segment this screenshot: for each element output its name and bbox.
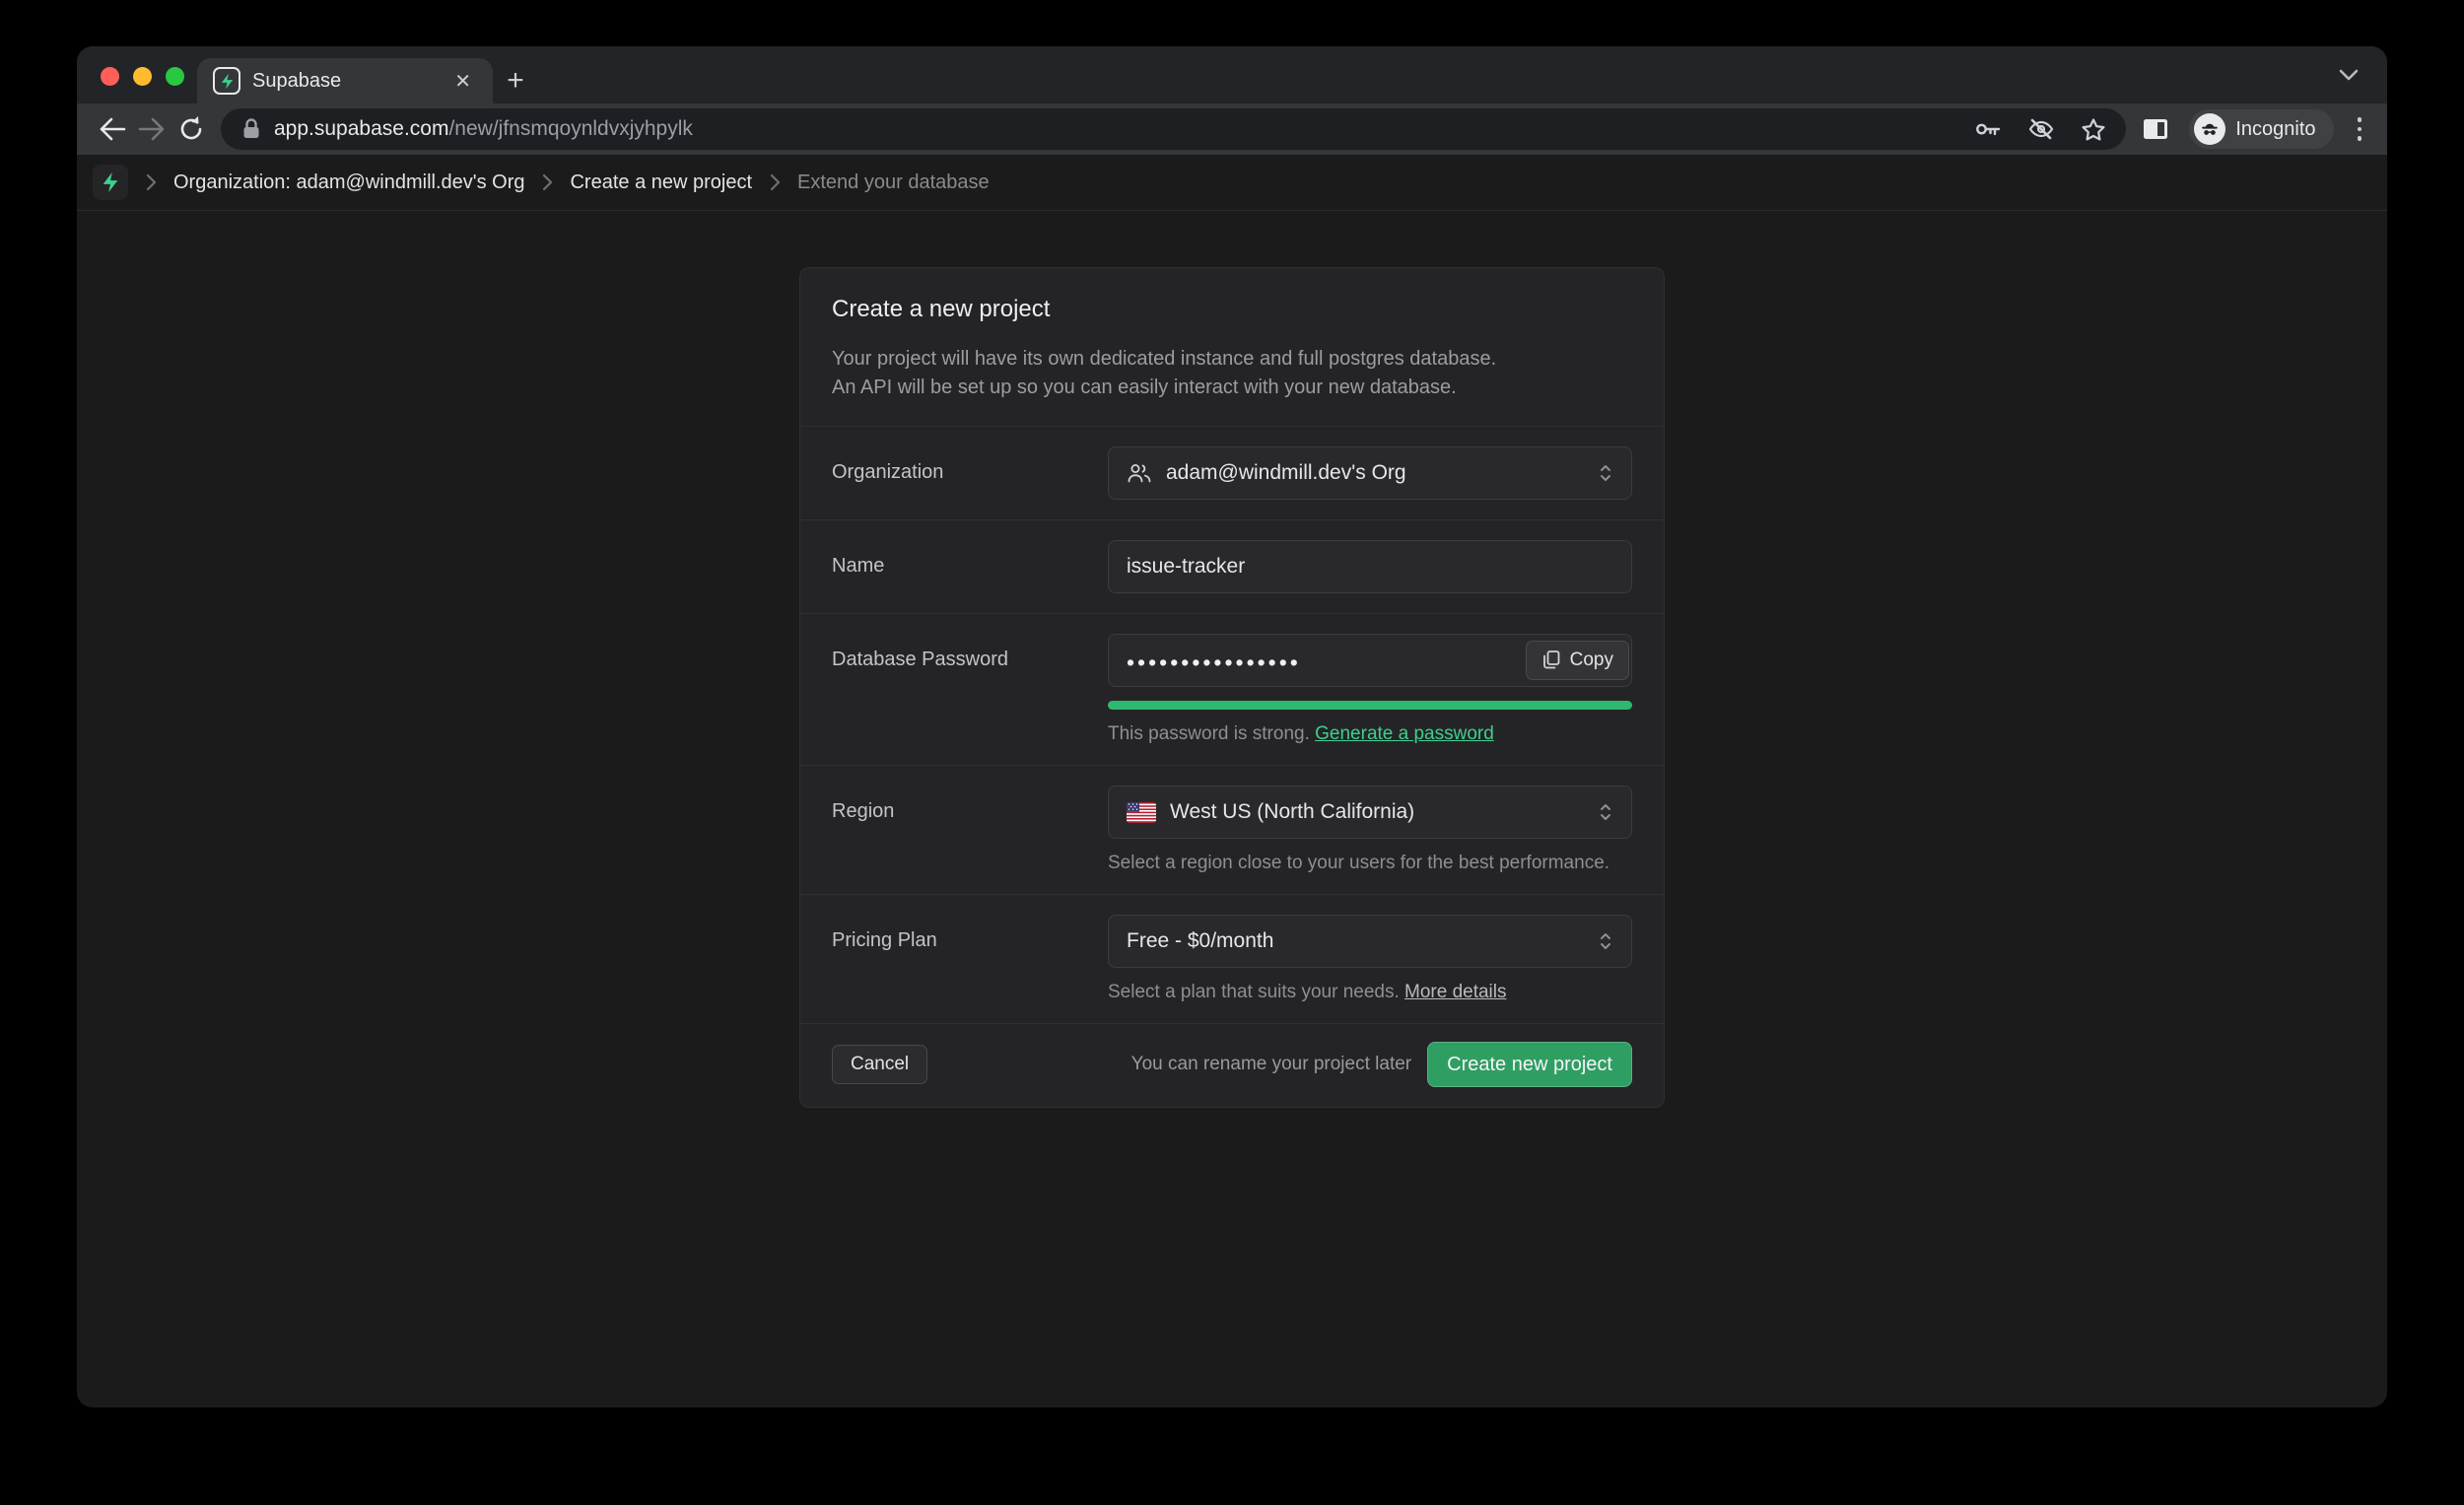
organization-row: Organization adam@windmill.dev's Org xyxy=(800,427,1664,519)
tab-close-icon[interactable]: ✕ xyxy=(448,67,477,96)
url-host: app.supabase.com xyxy=(274,117,448,140)
chevron-right-icon xyxy=(540,173,554,191)
browser-toolbar: app.supabase.com/new/jfnsmqoynldvxjyhpyl… xyxy=(77,103,2387,155)
password-input[interactable]: •••••••••••••••• Copy xyxy=(1108,634,1632,687)
copy-password-button[interactable]: Copy xyxy=(1526,641,1629,680)
select-chevrons-icon xyxy=(1598,798,1613,826)
copy-icon xyxy=(1541,650,1561,671)
name-label: Name xyxy=(832,540,1108,593)
create-new-project-button[interactable]: Create new project xyxy=(1427,1042,1632,1087)
breadcrumb-extend-database: Extend your database xyxy=(797,171,990,194)
breadcrumb-organization[interactable]: Organization: adam@windmill.dev's Org xyxy=(173,171,524,194)
reload-button[interactable] xyxy=(171,109,211,149)
incognito-icon xyxy=(2194,113,2225,145)
pricing-select[interactable]: Free - $0/month xyxy=(1108,915,1632,968)
password-label: Database Password xyxy=(832,634,1108,745)
organization-label: Organization xyxy=(832,446,1108,500)
new-tab-button[interactable]: + xyxy=(493,58,538,103)
browser-tab-supabase[interactable]: Supabase ✕ xyxy=(197,58,493,103)
rename-note: You can rename your project later xyxy=(1131,1054,1411,1075)
browser-menu-icon[interactable] xyxy=(2348,111,2372,147)
url-path: /new/jfnsmqoynldvxjyhpylk xyxy=(448,117,692,140)
chevron-right-icon xyxy=(768,173,782,191)
chevron-right-icon xyxy=(144,173,158,191)
password-row: Database Password •••••••••••••••• Copy xyxy=(800,614,1664,765)
password-strength-text: This password is strong. xyxy=(1108,723,1310,744)
copy-label: Copy xyxy=(1570,650,1613,671)
users-icon xyxy=(1127,461,1152,485)
region-select[interactable]: West US (North California) xyxy=(1108,786,1632,839)
side-panel-icon[interactable] xyxy=(2136,109,2175,149)
browser-window: Supabase ✕ + app xyxy=(77,46,2387,1407)
region-label: Region xyxy=(832,786,1108,874)
tab-search-chevron-icon[interactable] xyxy=(2338,68,2360,82)
password-key-icon[interactable] xyxy=(1974,118,2002,140)
us-flag-icon xyxy=(1127,802,1156,823)
window-controls xyxy=(101,67,184,86)
organization-value: adam@windmill.dev's Org xyxy=(1166,461,1406,485)
region-row: Region West US (North California) xyxy=(800,766,1664,894)
forward-button[interactable] xyxy=(132,109,171,149)
description-line-2: An API will be set up so you can easily … xyxy=(832,374,1632,402)
tab-title: Supabase xyxy=(252,70,448,93)
tab-strip: Supabase ✕ + xyxy=(77,46,2387,103)
page-content: Create a new project Your project will h… xyxy=(77,211,2387,1407)
breadcrumb-create-project[interactable]: Create a new project xyxy=(570,171,752,194)
card-footer: Cancel You can rename your project later… xyxy=(800,1024,1664,1107)
create-project-card: Create a new project Your project will h… xyxy=(799,267,1665,1108)
region-value: West US (North California) xyxy=(1170,800,1414,824)
padlock-icon xyxy=(240,117,262,141)
password-masked-value: •••••••••••••••• xyxy=(1127,648,1526,674)
region-help-text: Select a region close to your users for … xyxy=(1108,853,1632,874)
supabase-logo-icon[interactable] xyxy=(93,165,128,200)
incognito-label: Incognito xyxy=(2235,118,2315,141)
breadcrumb: Organization: adam@windmill.dev's Org Cr… xyxy=(77,155,2387,211)
cancel-button[interactable]: Cancel xyxy=(832,1045,927,1084)
incognito-badge: Incognito xyxy=(2189,109,2333,149)
password-strength-bar xyxy=(1108,701,1632,710)
description-line-1: Your project will have its own dedicated… xyxy=(832,345,1632,374)
maximize-window-button[interactable] xyxy=(166,67,184,86)
pricing-label: Pricing Plan xyxy=(832,915,1108,1003)
supabase-favicon-icon xyxy=(213,67,240,95)
organization-select[interactable]: adam@windmill.dev's Org xyxy=(1108,446,1632,500)
eye-slash-icon[interactable] xyxy=(2027,117,2055,141)
bookmark-star-icon[interactable] xyxy=(2081,117,2106,142)
url-bar[interactable]: app.supabase.com/new/jfnsmqoynldvxjyhpyl… xyxy=(221,108,2126,150)
back-button[interactable] xyxy=(93,109,132,149)
name-input[interactable]: issue-tracker xyxy=(1108,540,1632,593)
name-value: issue-tracker xyxy=(1127,555,1245,579)
pricing-row: Pricing Plan Free - $0/month Select a pl… xyxy=(800,895,1664,1023)
pricing-help-text: Select a plan that suits your needs. xyxy=(1108,982,1400,1002)
url-text: app.supabase.com/new/jfnsmqoynldvxjyhpyl… xyxy=(274,117,693,141)
more-details-link[interactable]: More details xyxy=(1404,982,1507,1002)
generate-password-link[interactable]: Generate a password xyxy=(1315,723,1494,744)
select-chevrons-icon xyxy=(1598,459,1613,487)
name-row: Name issue-tracker xyxy=(800,520,1664,613)
close-window-button[interactable] xyxy=(101,67,119,86)
select-chevrons-icon xyxy=(1598,927,1613,955)
minimize-window-button[interactable] xyxy=(133,67,152,86)
page-title: Create a new project xyxy=(832,296,1632,323)
pricing-value: Free - $0/month xyxy=(1127,929,1273,953)
